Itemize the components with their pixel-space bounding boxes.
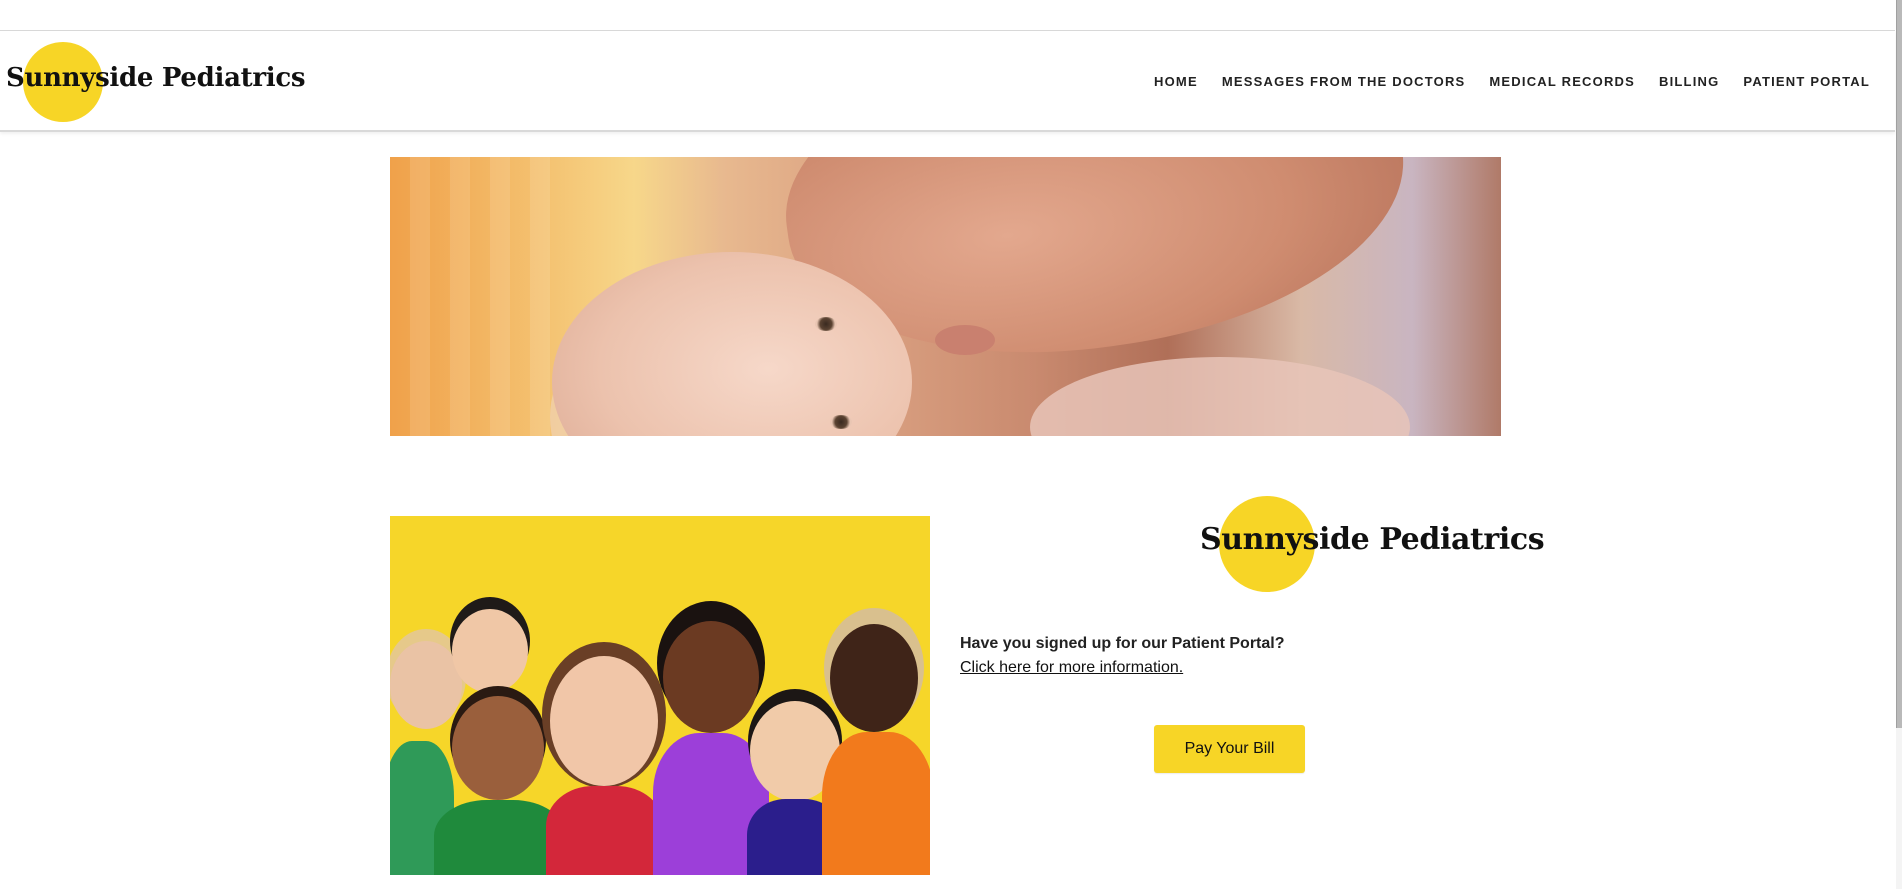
site-header: Sunnyside Pediatrics HOME MESSAGES FROM … bbox=[0, 31, 1895, 132]
baby-eye bbox=[815, 317, 837, 331]
logo-wordmark: Sunnyside Pediatrics bbox=[6, 63, 306, 93]
page: Sunnyside Pediatrics HOME MESSAGES FROM … bbox=[0, 0, 1902, 889]
nav-messages-from-the-doctors[interactable]: MESSAGES FROM THE DOCTORS bbox=[1210, 74, 1478, 89]
logo-wordmark: Sunnyside Pediatrics bbox=[1200, 522, 1545, 557]
main-nav: HOME MESSAGES FROM THE DOCTORS MEDICAL R… bbox=[1142, 74, 1882, 89]
hero-image bbox=[390, 157, 1501, 436]
baby-eye bbox=[830, 415, 852, 429]
nav-patient-portal[interactable]: PATIENT PORTAL bbox=[1731, 74, 1882, 89]
children-image bbox=[390, 516, 930, 875]
mother-lips bbox=[935, 325, 995, 355]
pay-bill-button[interactable]: Pay Your Bill bbox=[1154, 725, 1305, 773]
nav-billing[interactable]: BILLING bbox=[1647, 74, 1731, 89]
portal-question: Have you signed up for our Patient Porta… bbox=[960, 635, 1285, 652]
baby-body bbox=[1030, 357, 1410, 436]
scrollbar-thumb[interactable] bbox=[1896, 0, 1902, 728]
nav-medical-records[interactable]: MEDICAL RECORDS bbox=[1477, 74, 1647, 89]
portal-info-link[interactable]: Click here for more information. bbox=[960, 656, 1284, 680]
content-logo: Sunnyside Pediatrics bbox=[1200, 496, 1545, 592]
site-logo[interactable]: Sunnyside Pediatrics bbox=[6, 41, 306, 123]
child-figure bbox=[818, 616, 930, 875]
patient-portal-promo: Have you signed up for our Patient Porta… bbox=[960, 632, 1284, 680]
nav-home[interactable]: HOME bbox=[1142, 74, 1210, 89]
